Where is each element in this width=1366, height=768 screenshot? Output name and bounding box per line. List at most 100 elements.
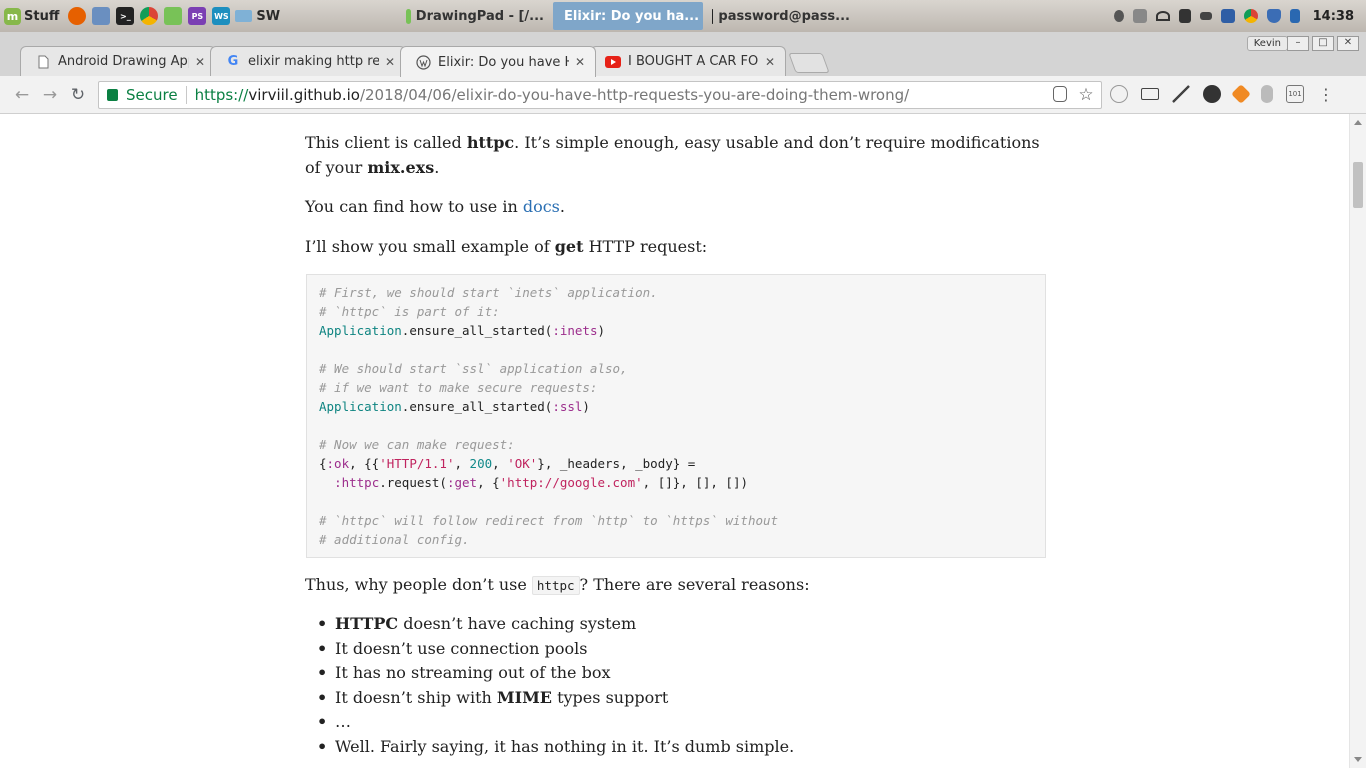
code-text: }, _headers, _body} =	[537, 456, 696, 471]
text: doesn’t have caching system	[398, 614, 637, 633]
chrome-icon[interactable]	[140, 7, 159, 25]
binary-icon[interactable]: 101	[1286, 85, 1304, 103]
secure-label[interactable]: Secure	[126, 86, 178, 104]
database-icon[interactable]	[1261, 85, 1273, 103]
reasons-list: HTTPC doesn’t have caching system It doe…	[317, 612, 794, 759]
code-comment: # Now we can make request:	[319, 437, 515, 452]
os-panel: m Stuff >_ PS WS SW DrawingPad - [/... E…	[0, 0, 1366, 32]
scrollbar-thumb[interactable]	[1353, 162, 1363, 208]
reload-icon[interactable]: ↻	[68, 85, 88, 105]
code-module: Application	[319, 399, 402, 414]
code-line: Application.ensure_all_started(:ssl)	[319, 397, 1045, 416]
forward-arrow-icon[interactable]: →	[40, 85, 60, 105]
close-tab-icon[interactable]: ✕	[575, 55, 585, 69]
files-icon[interactable]	[92, 7, 111, 25]
tab-elixir-article[interactable]: Elixir: Do you have HTT ✕	[400, 46, 596, 77]
profile-button[interactable]: Kevin	[1246, 36, 1288, 51]
maximize-button[interactable]: □	[1312, 36, 1334, 51]
code-atom: :inets	[552, 323, 598, 338]
webstorm-icon[interactable]: WS	[212, 7, 231, 25]
content-blocked-icon[interactable]	[1053, 86, 1067, 102]
close-tab-icon[interactable]: ✕	[195, 55, 205, 69]
text: .	[559, 197, 565, 216]
palette-icon[interactable]	[1203, 85, 1221, 103]
new-tab-button[interactable]	[788, 53, 830, 73]
tab-title: I BOUGHT A CAR FOR $	[628, 54, 759, 69]
clock[interactable]: 14:38	[1313, 9, 1354, 24]
taskbar-item-drawingpad[interactable]: DrawingPad - [/...	[400, 2, 550, 30]
sw-folder-launcher[interactable]: SW	[235, 9, 280, 24]
battery-icon[interactable]	[1199, 12, 1212, 20]
text: You can find how to use in	[305, 197, 523, 216]
firefox-icon[interactable]	[68, 7, 87, 25]
tab-youtube[interactable]: I BOUGHT A CAR FOR $ ✕	[590, 46, 786, 76]
tab-android-drawing[interactable]: Android Drawing App T ✕	[20, 46, 216, 76]
code-atom: :ok	[326, 456, 350, 471]
scroll-up-arrow-icon[interactable]	[1354, 120, 1362, 125]
tag-icon[interactable]	[1231, 84, 1251, 104]
terminal-icon[interactable]: >_	[116, 7, 135, 25]
code-string: 'http://google.com'	[499, 475, 643, 490]
chrome-icon[interactable]	[1243, 9, 1258, 23]
code-text: .ensure_all_started(	[401, 323, 553, 338]
list-item: HTTPC doesn’t have caching system	[317, 612, 794, 637]
wifi-icon[interactable]	[1155, 11, 1170, 21]
text: I’ll show you small example of	[305, 237, 555, 256]
task-label: DrawingPad - [/...	[415, 8, 544, 24]
close-window-button[interactable]: ✕	[1337, 36, 1359, 51]
volume-icon[interactable]	[1178, 9, 1191, 23]
drive-icon[interactable]	[1132, 9, 1147, 23]
tab-title: elixir making http reque	[248, 54, 379, 69]
paragraph-httpc-intro: This client is called httpc. It’s simple…	[305, 130, 1047, 180]
text: This client is called	[305, 133, 467, 152]
android-studio-icon[interactable]	[164, 7, 183, 25]
bold-text: httpc	[466, 133, 515, 152]
docs-link[interactable]: docs	[523, 197, 560, 216]
download-icon[interactable]	[1220, 9, 1235, 23]
extension-car-icon[interactable]	[1141, 88, 1159, 100]
user-icon[interactable]	[1113, 10, 1124, 22]
paragraph-example-intro: I’ll show you small example of get HTTP …	[305, 234, 707, 259]
code-comment: # additional config.	[319, 532, 470, 547]
extension-gear-icon[interactable]	[1110, 85, 1128, 103]
code-block[interactable]: # First, we should start `inets` applica…	[306, 274, 1046, 558]
phpstorm-icon[interactable]: PS	[188, 7, 207, 25]
taskbar-item-terminal[interactable]: password@pass...	[706, 2, 856, 30]
code-module: Application	[319, 323, 402, 338]
url-host: virviil.github.io	[248, 86, 360, 104]
minimize-button[interactable]: –	[1287, 36, 1309, 51]
code-text: , {{	[349, 456, 380, 471]
url-path: /2018/04/06/elixir-do-you-have-http-requ…	[359, 86, 910, 104]
close-tab-icon[interactable]: ✕	[765, 55, 775, 69]
back-arrow-icon[interactable]: ←	[12, 85, 32, 105]
scroll-down-arrow-icon[interactable]	[1354, 757, 1362, 762]
close-tab-icon[interactable]: ✕	[385, 55, 395, 69]
code-text: ,	[454, 456, 470, 471]
tab-elixir-search[interactable]: G elixir making http reque ✕	[210, 46, 406, 76]
code-number: 200	[469, 456, 493, 471]
text: HTTP request:	[583, 237, 708, 256]
address-bar[interactable]: Secure https:// virviil.github.io /2018/…	[98, 81, 1102, 109]
page-scrollbar[interactable]	[1349, 114, 1366, 768]
bold-text: get	[554, 237, 584, 256]
code-atom: :ssl	[552, 399, 583, 414]
text: types support	[552, 687, 669, 707]
text: .	[434, 158, 440, 177]
code-line: {:ok, {{'HTTP/1.1', 200, 'OK'}, _headers…	[319, 454, 1045, 473]
text: It doesn’t ship with	[335, 687, 497, 707]
code-text: , {	[477, 475, 500, 490]
bookmark-star-icon[interactable]: ☆	[1077, 85, 1095, 105]
bluetooth-icon[interactable]	[1289, 9, 1300, 23]
terminal-icon	[712, 8, 714, 24]
bold-text: mix.exs	[367, 158, 435, 177]
youtube-icon	[605, 54, 621, 70]
code-text: )	[597, 323, 605, 338]
menu-kebab-icon[interactable]: ⋮	[1317, 85, 1335, 104]
color-picker-icon[interactable]	[1172, 85, 1190, 103]
shield-icon[interactable]	[1266, 9, 1281, 23]
taskbar-item-chrome[interactable]: Elixir: Do you ha...	[553, 2, 703, 30]
text: ? There are several reasons:	[579, 575, 810, 594]
start-menu-button[interactable]: m Stuff	[0, 7, 65, 25]
